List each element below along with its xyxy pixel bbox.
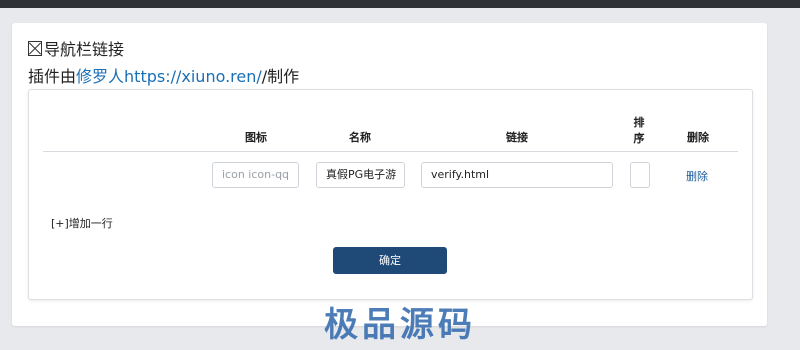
missing-glyph-icon (28, 40, 42, 56)
watermark-text: 极品源码 (324, 305, 476, 345)
page-title-text: 导航栏链接 (44, 40, 125, 59)
header-divider (43, 151, 738, 152)
link-input[interactable]: verify.html (421, 162, 613, 188)
name-input[interactable]: 真假PG电子游 (316, 162, 405, 188)
column-header-icon: 图标 (245, 131, 267, 144)
credit-suffix: /制作 (261, 67, 300, 86)
delete-row-link[interactable]: 删除 (686, 168, 708, 184)
top-bar (0, 0, 800, 8)
column-header-delete: 删除 (687, 131, 709, 144)
order-input[interactable] (630, 162, 650, 188)
icon-class-input[interactable]: icon icon-qq (212, 162, 299, 188)
page-title: 导航栏链接 (28, 36, 124, 60)
column-header-link: 链接 (506, 131, 528, 144)
confirm-button[interactable]: 确定 (333, 247, 447, 274)
add-row-link[interactable]: [+]增加一行 (51, 215, 113, 231)
column-header-order-line2: 序 (633, 132, 645, 145)
column-header-order-line1: 排 (633, 116, 645, 129)
author-url-link[interactable]: https://xiuno.ren/ (124, 67, 262, 86)
author-link[interactable]: 修罗人 (76, 67, 124, 86)
credit-prefix: 插件由 (28, 67, 77, 86)
column-header-name: 名称 (349, 131, 371, 144)
plugin-credit: 插件由修罗人https://xiuno.ren//制作 (28, 63, 299, 87)
